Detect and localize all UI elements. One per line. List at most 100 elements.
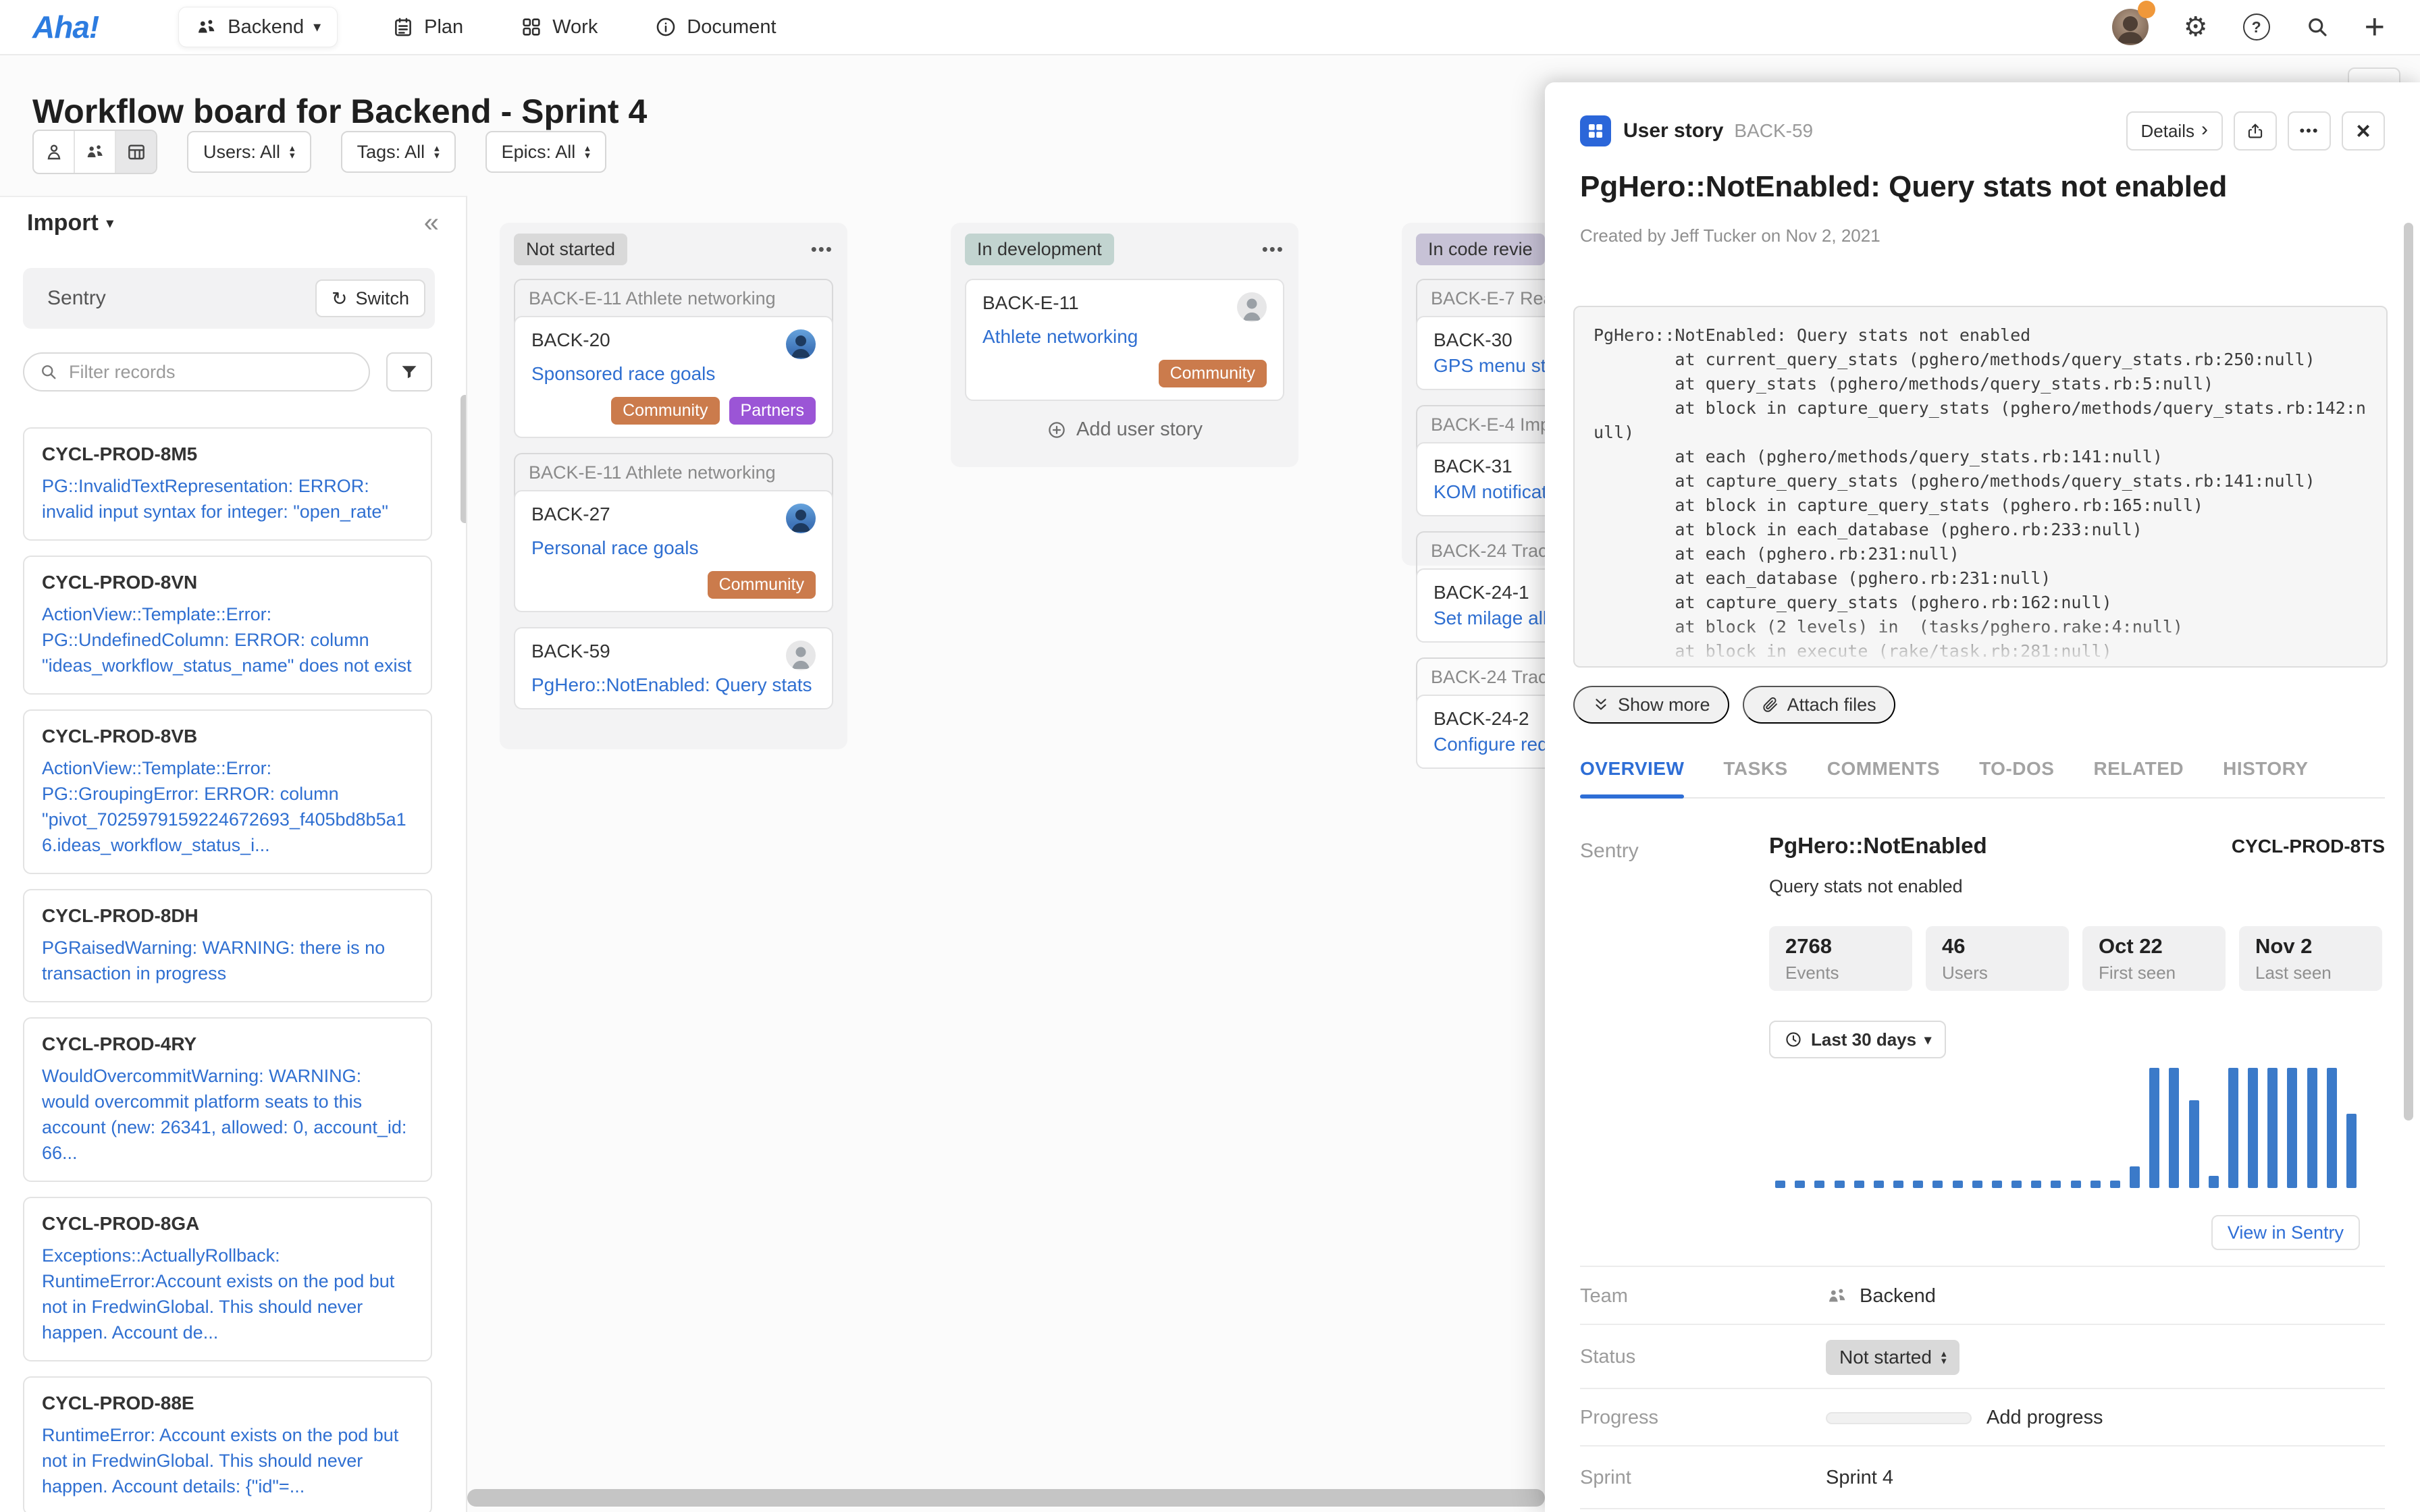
record-id: CYCL-PROD-8VB bbox=[42, 726, 413, 747]
event-bar bbox=[1775, 1181, 1785, 1188]
view-segmented-control bbox=[32, 130, 157, 174]
story-card[interactable]: BACK-27 Personal race goals Community bbox=[514, 490, 833, 612]
record-summary[interactable]: ActionView::Template::Error: PG::Groupin… bbox=[42, 755, 413, 858]
record-summary[interactable]: ActionView::Template::Error: PG::Undefin… bbox=[42, 601, 413, 678]
epics-filter-dropdown[interactable]: Epics: All ▴▾ bbox=[485, 131, 606, 173]
epic-group-header[interactable]: BACK-E-11 Athlete networking bbox=[515, 454, 832, 491]
import-dropdown[interactable]: Import ▾ bbox=[27, 210, 113, 236]
assignee-avatar[interactable] bbox=[786, 329, 816, 359]
column-status-pill[interactable]: In code revie bbox=[1416, 234, 1545, 265]
epic-group-header[interactable]: BACK-E-11 Athlete networking bbox=[515, 280, 832, 317]
collapse-sidebar-button[interactable]: « bbox=[424, 209, 439, 236]
details-button[interactable]: Details › bbox=[2126, 111, 2223, 151]
nav-item-plan[interactable]: Plan bbox=[392, 16, 463, 38]
board-horizontal-scrollbar[interactable] bbox=[467, 1489, 1545, 1507]
sidebar-record[interactable]: CYCL-PROD-8GA Exceptions::ActuallyRollba… bbox=[23, 1197, 432, 1361]
aha-logo[interactable]: Aha! bbox=[32, 9, 99, 45]
search-icon[interactable] bbox=[2305, 15, 2330, 39]
sidebar-record[interactable]: CYCL-PROD-8M5 PG::InvalidTextRepresentat… bbox=[23, 427, 432, 541]
close-panel-button[interactable]: × bbox=[2342, 111, 2385, 151]
nav-items: Plan Work Document bbox=[392, 16, 776, 38]
sidebar-record[interactable]: CYCL-PROD-8VN ActionView::Template::Erro… bbox=[23, 556, 432, 695]
event-bar bbox=[2209, 1176, 2219, 1188]
record-summary[interactable]: Exceptions::ActuallyRollback: RuntimeErr… bbox=[42, 1243, 413, 1345]
sprint-value[interactable]: Sprint 4 bbox=[1826, 1467, 1893, 1489]
record-type-label: User story bbox=[1623, 119, 1723, 142]
tag-community[interactable]: Community bbox=[1159, 360, 1267, 387]
card-title-link[interactable]: PgHero::NotEnabled: Query stats not enab… bbox=[531, 674, 816, 696]
column-menu-button[interactable]: ••• bbox=[811, 239, 833, 260]
tab-tasks[interactable]: TASKS bbox=[1723, 740, 1787, 797]
switch-integration-button[interactable]: ↻ Switch bbox=[315, 279, 425, 317]
add-user-story-button[interactable]: Add user story bbox=[965, 418, 1284, 441]
plan-calendar-icon bbox=[392, 16, 415, 38]
sidebar-record[interactable]: CYCL-PROD-88E RuntimeError: Account exis… bbox=[23, 1376, 432, 1512]
column-status-pill[interactable]: Not started bbox=[514, 234, 627, 265]
tab-history[interactable]: HISTORY bbox=[2223, 740, 2308, 797]
record-summary[interactable]: PG::InvalidTextRepresentation: ERROR: in… bbox=[42, 473, 413, 524]
tab-related[interactable]: RELATED bbox=[2093, 740, 2184, 797]
story-card[interactable]: BACK-E-11 Athlete networking Community bbox=[965, 279, 1284, 401]
view-board-button[interactable] bbox=[116, 131, 156, 173]
more-actions-button[interactable]: ••• bbox=[2288, 111, 2331, 151]
card-title-link[interactable]: Athlete networking bbox=[982, 326, 1267, 348]
integration-box: Sentry ↻ Switch bbox=[23, 268, 435, 329]
stack-trace-block[interactable]: PgHero::NotEnabled: Query stats not enab… bbox=[1573, 306, 2388, 668]
story-card[interactable]: BACK-20 Sponsored race goals CommunityPa… bbox=[514, 316, 833, 438]
page-title: Workflow board for Backend - Sprint 4 bbox=[32, 92, 647, 131]
gear-icon[interactable]: ⚙ bbox=[2184, 14, 2208, 40]
column-menu-button[interactable]: ••• bbox=[1262, 239, 1284, 260]
board-toolbar: Users: All ▴▾ Tags: All ▴▾ Epics: All ▴▾ bbox=[32, 130, 606, 174]
attach-files-button[interactable]: Attach files bbox=[1743, 686, 1895, 724]
view-in-sentry-link[interactable]: View in Sentry bbox=[2211, 1215, 2360, 1250]
assignee-avatar[interactable] bbox=[786, 504, 816, 533]
story-card[interactable]: BACK-59 PgHero::NotEnabled: Query stats … bbox=[514, 627, 833, 709]
view-by-team-button[interactable] bbox=[75, 131, 116, 173]
assignee-avatar[interactable] bbox=[786, 641, 816, 670]
sidebar-record[interactable]: CYCL-PROD-8DH PGRaisedWarning: WARNING: … bbox=[23, 889, 432, 1002]
sidebar-record[interactable]: CYCL-PROD-8VB ActionView::Template::Erro… bbox=[23, 709, 432, 874]
event-bar bbox=[2051, 1181, 2061, 1188]
filter-funnel-button[interactable] bbox=[386, 352, 432, 392]
tag-community[interactable]: Community bbox=[708, 571, 816, 599]
tag-community[interactable]: Community bbox=[611, 397, 719, 425]
users-filter-dropdown[interactable]: Users: All ▴▾ bbox=[187, 131, 311, 173]
panel-scrollbar[interactable] bbox=[2404, 223, 2413, 1120]
date-range-dropdown[interactable]: Last 30 days ▾ bbox=[1769, 1021, 1946, 1058]
filter-records-input[interactable] bbox=[68, 361, 354, 383]
nav-item-document[interactable]: Document bbox=[654, 16, 776, 38]
sentry-issue-subtitle: Query stats not enabled bbox=[1769, 876, 1963, 897]
add-progress-button[interactable]: Add progress bbox=[1987, 1407, 2103, 1429]
sidebar-record[interactable]: CYCL-PROD-4RY WouldOvercommitWarning: WA… bbox=[23, 1017, 432, 1182]
user-avatar[interactable] bbox=[2112, 9, 2149, 45]
record-summary[interactable]: WouldOvercommitWarning: WARNING: would o… bbox=[42, 1063, 413, 1166]
tag-partners[interactable]: Partners bbox=[729, 397, 816, 425]
card-id: BACK-E-11 bbox=[982, 292, 1079, 314]
tags-filter-dropdown[interactable]: Tags: All ▴▾ bbox=[341, 131, 456, 173]
help-icon[interactable]: ? bbox=[2243, 14, 2270, 40]
share-button[interactable] bbox=[2234, 111, 2277, 151]
tab-overview[interactable]: OVERVIEW bbox=[1580, 740, 1684, 797]
team-value[interactable]: Backend bbox=[1826, 1285, 1936, 1307]
view-by-person-button[interactable] bbox=[34, 131, 75, 173]
record-summary[interactable]: PGRaisedWarning: WARNING: there is no tr… bbox=[42, 935, 413, 986]
status-dropdown[interactable]: Not started ▴▾ bbox=[1826, 1340, 1959, 1375]
tab-comments[interactable]: COMMENTS bbox=[1827, 740, 1940, 797]
card-title-link[interactable]: Sponsored race goals bbox=[531, 363, 816, 385]
column-status-pill[interactable]: In development bbox=[965, 234, 1114, 265]
board-column-not-started: Not started ••• BACK-E-11 Athlete networ… bbox=[500, 223, 847, 749]
epic-group: BACK-E-11 Athlete networking BACK-20 Spo… bbox=[514, 279, 833, 438]
record-created-meta: Created by Jeff Tucker on Nov 2, 2021 bbox=[1580, 225, 1880, 246]
team-people-icon bbox=[195, 16, 218, 38]
tab-to-dos[interactable]: TO-DOS bbox=[1979, 740, 2054, 797]
card-title-link[interactable]: Personal race goals bbox=[531, 537, 816, 559]
sentry-stats: 2768Events46UsersOct 22First seenNov 2La… bbox=[1769, 926, 2382, 991]
nav-item-work[interactable]: Work bbox=[520, 16, 598, 38]
event-bar bbox=[1893, 1181, 1903, 1188]
record-summary[interactable]: RuntimeError: Account exists on the pod … bbox=[42, 1422, 413, 1499]
plus-icon[interactable]: + bbox=[2365, 9, 2385, 45]
assignee-avatar[interactable] bbox=[1237, 292, 1267, 322]
show-more-button[interactable]: Show more bbox=[1573, 686, 1729, 724]
nav-team-switcher[interactable]: Backend ▾ bbox=[178, 7, 338, 47]
sidebar-scrollbar[interactable] bbox=[461, 395, 467, 523]
